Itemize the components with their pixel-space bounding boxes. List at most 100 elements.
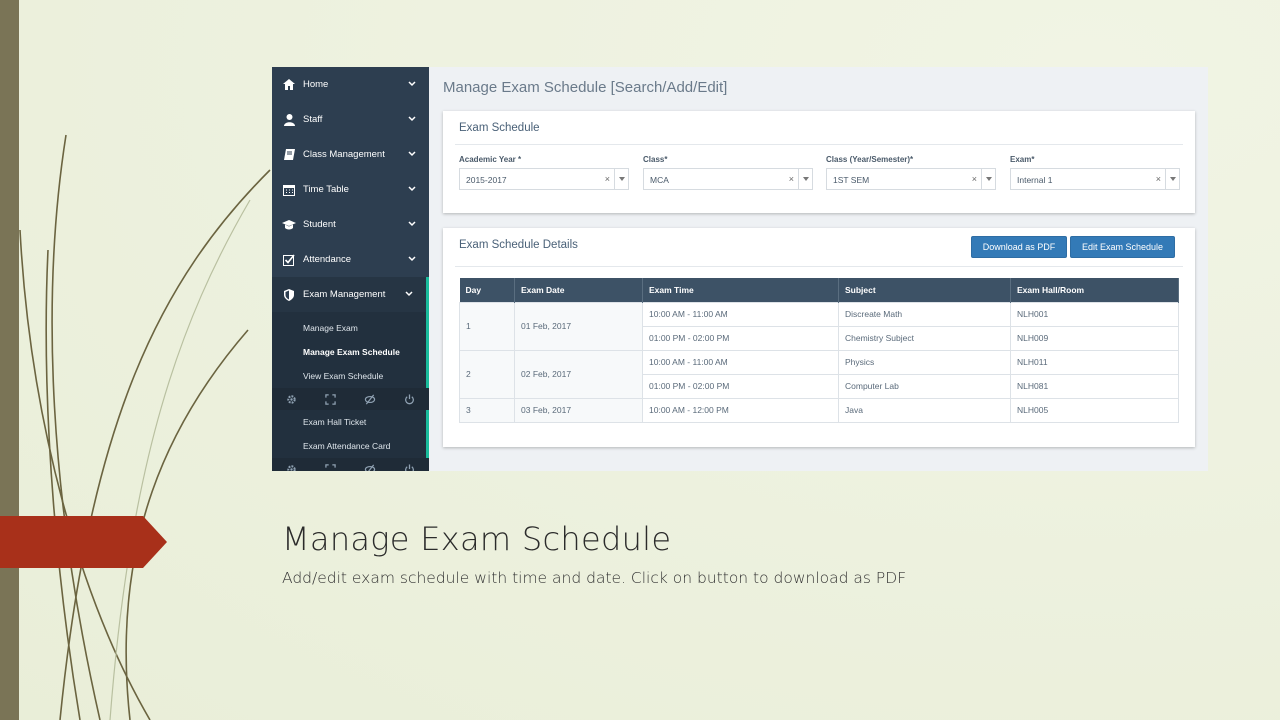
sidebar-footer — [272, 388, 429, 410]
chevron-down-icon — [408, 81, 416, 87]
column-header[interactable]: Exam Time — [642, 278, 839, 302]
chevron-down-icon — [408, 151, 416, 157]
exam-schedule-table: Day Exam Date Exam Time Subject Exam Hal… — [459, 278, 1179, 423]
table-row: 3 03 Feb, 2017 10:00 AM - 12:00 PM Java … — [459, 397, 1179, 423]
semester-select[interactable]: 1ST SEM × — [826, 168, 996, 190]
hall-cell: NLH011 — [1010, 349, 1179, 375]
field-label: Exam* — [1010, 155, 1035, 164]
date-cell: 02 Feb, 2017 — [514, 349, 643, 399]
time-cell: 10:00 AM - 11:00 AM — [642, 301, 839, 327]
panel-divider — [455, 144, 1183, 145]
chevron-down-icon[interactable] — [1165, 169, 1179, 189]
sidebar-item-label: Attendance — [303, 254, 352, 265]
chevron-down-icon[interactable] — [981, 169, 995, 189]
gear-icon[interactable] — [285, 462, 299, 471]
slide-subtitle: Add/edit exam schedule with time and dat… — [282, 569, 907, 587]
day-cell: 3 — [459, 397, 515, 423]
submenu-item-exam-hall-ticket[interactable]: Exam Hall Ticket — [272, 410, 426, 434]
gear-icon[interactable] — [285, 392, 299, 406]
power-icon[interactable] — [402, 392, 416, 406]
panel-title: Exam Schedule Details — [459, 239, 578, 251]
sidebar-item-home[interactable]: Home — [272, 67, 429, 102]
sidebar-item-class-management[interactable]: Class Management — [272, 137, 429, 172]
edit-exam-schedule-button[interactable]: Edit Exam Schedule — [1070, 236, 1175, 258]
sidebar-footer-duplicate — [272, 458, 429, 471]
eye-slash-icon[interactable] — [363, 392, 377, 406]
table-row: 1 01 Feb, 2017 10:00 AM - 11:00 AM Discr… — [459, 301, 1179, 351]
time-cell: 01:00 PM - 02:00 PM — [642, 373, 839, 399]
field-label: Class (Year/Semester)* — [826, 155, 914, 164]
checkbox-icon — [282, 254, 296, 266]
clear-icon[interactable]: × — [605, 174, 610, 184]
chevron-down-icon[interactable] — [614, 169, 628, 189]
sidebar-item-label: Exam Management — [303, 289, 386, 300]
hall-cell: NLH001 — [1010, 301, 1179, 327]
submenu-item-manage-exam-schedule[interactable]: Manage Exam Schedule — [272, 340, 426, 364]
column-header[interactable]: Day — [459, 278, 515, 302]
table-header-row: Day Exam Date Exam Time Subject Exam Hal… — [459, 278, 1179, 302]
submenu-item-exam-attendance-card[interactable]: Exam Attendance Card — [272, 434, 426, 458]
hall-cell: NLH005 — [1010, 397, 1179, 423]
sidebar-item-time-table[interactable]: Time Table — [272, 172, 429, 207]
sidebar: Home Staff Class Management Time Table S… — [272, 67, 429, 471]
sidebar-item-exam-management[interactable]: Exam Management — [272, 277, 429, 312]
eye-slash-icon[interactable] — [363, 462, 377, 471]
chevron-down-icon[interactable] — [798, 169, 812, 189]
exam-submenu-continued: Exam Hall Ticket Exam Attendance Card — [272, 410, 429, 458]
select-value: 2015-2017 — [466, 175, 507, 185]
time-cell: 10:00 AM - 12:00 PM — [642, 397, 839, 423]
clear-icon[interactable]: × — [789, 174, 794, 184]
class-select[interactable]: MCA × — [643, 168, 813, 190]
sidebar-item-staff[interactable]: Staff — [272, 102, 429, 137]
home-icon — [282, 79, 296, 91]
date-cell: 03 Feb, 2017 — [514, 397, 643, 423]
sidebar-item-label: Time Table — [303, 184, 349, 195]
exam-field: Exam* Internal 1 × — [1010, 155, 1180, 190]
expand-icon[interactable] — [324, 462, 338, 471]
field-label: Academic Year * — [459, 155, 522, 164]
page-title: Manage Exam Schedule [Search/Add/Edit] — [443, 79, 728, 96]
shield-icon — [282, 288, 296, 301]
download-pdf-button[interactable]: Download as PDF — [971, 236, 1067, 258]
chevron-down-icon — [408, 186, 416, 192]
slide-arrow-tag — [0, 516, 167, 568]
graduation-cap-icon — [282, 219, 296, 231]
calendar-icon — [282, 184, 296, 196]
sidebar-item-label: Staff — [303, 114, 323, 125]
select-value: 1ST SEM — [833, 175, 870, 185]
chevron-down-icon — [408, 256, 416, 262]
chevron-down-icon — [405, 291, 413, 297]
semester-field: Class (Year/Semester)* 1ST SEM × — [826, 155, 996, 190]
book-icon — [282, 149, 296, 161]
class-field: Class* MCA × — [643, 155, 813, 190]
subject-cell: Java — [838, 397, 1011, 423]
expand-icon[interactable] — [324, 392, 338, 406]
submenu-item-view-exam-schedule[interactable]: View Exam Schedule — [272, 364, 426, 388]
sidebar-item-student[interactable]: Student — [272, 207, 429, 242]
user-icon — [282, 113, 296, 126]
sidebar-item-attendance[interactable]: Attendance — [272, 242, 429, 277]
submenu-item-manage-exam[interactable]: Manage Exam — [272, 316, 426, 340]
subject-cell: Discreate Math — [838, 301, 1011, 327]
sidebar-item-label: Student — [303, 219, 336, 230]
column-header[interactable]: Subject — [838, 278, 1011, 302]
time-cell: 10:00 AM - 11:00 AM — [642, 349, 839, 375]
sidebar-item-label: Class Management — [303, 149, 385, 160]
academic-year-select[interactable]: 2015-2017 × — [459, 168, 629, 190]
exam-select[interactable]: Internal 1 × — [1010, 168, 1180, 190]
panel-divider — [455, 266, 1183, 267]
subject-cell: Computer Lab — [838, 373, 1011, 399]
panel-title: Exam Schedule — [459, 122, 540, 134]
clear-icon[interactable]: × — [1156, 174, 1161, 184]
date-cell: 01 Feb, 2017 — [514, 301, 643, 351]
chevron-down-icon — [408, 221, 416, 227]
subject-cell: Chemistry Subject — [838, 325, 1011, 351]
column-header[interactable]: Exam Hall/Room — [1010, 278, 1179, 302]
chevron-down-icon — [408, 116, 416, 122]
power-icon[interactable] — [402, 462, 416, 471]
column-header[interactable]: Exam Date — [514, 278, 643, 302]
exam-schedule-filter-panel: Exam Schedule Academic Year * 2015-2017 … — [443, 111, 1195, 213]
app-screenshot: Home Staff Class Management Time Table S… — [272, 67, 1208, 471]
clear-icon[interactable]: × — [972, 174, 977, 184]
academic-year-field: Academic Year * 2015-2017 × — [459, 155, 629, 190]
